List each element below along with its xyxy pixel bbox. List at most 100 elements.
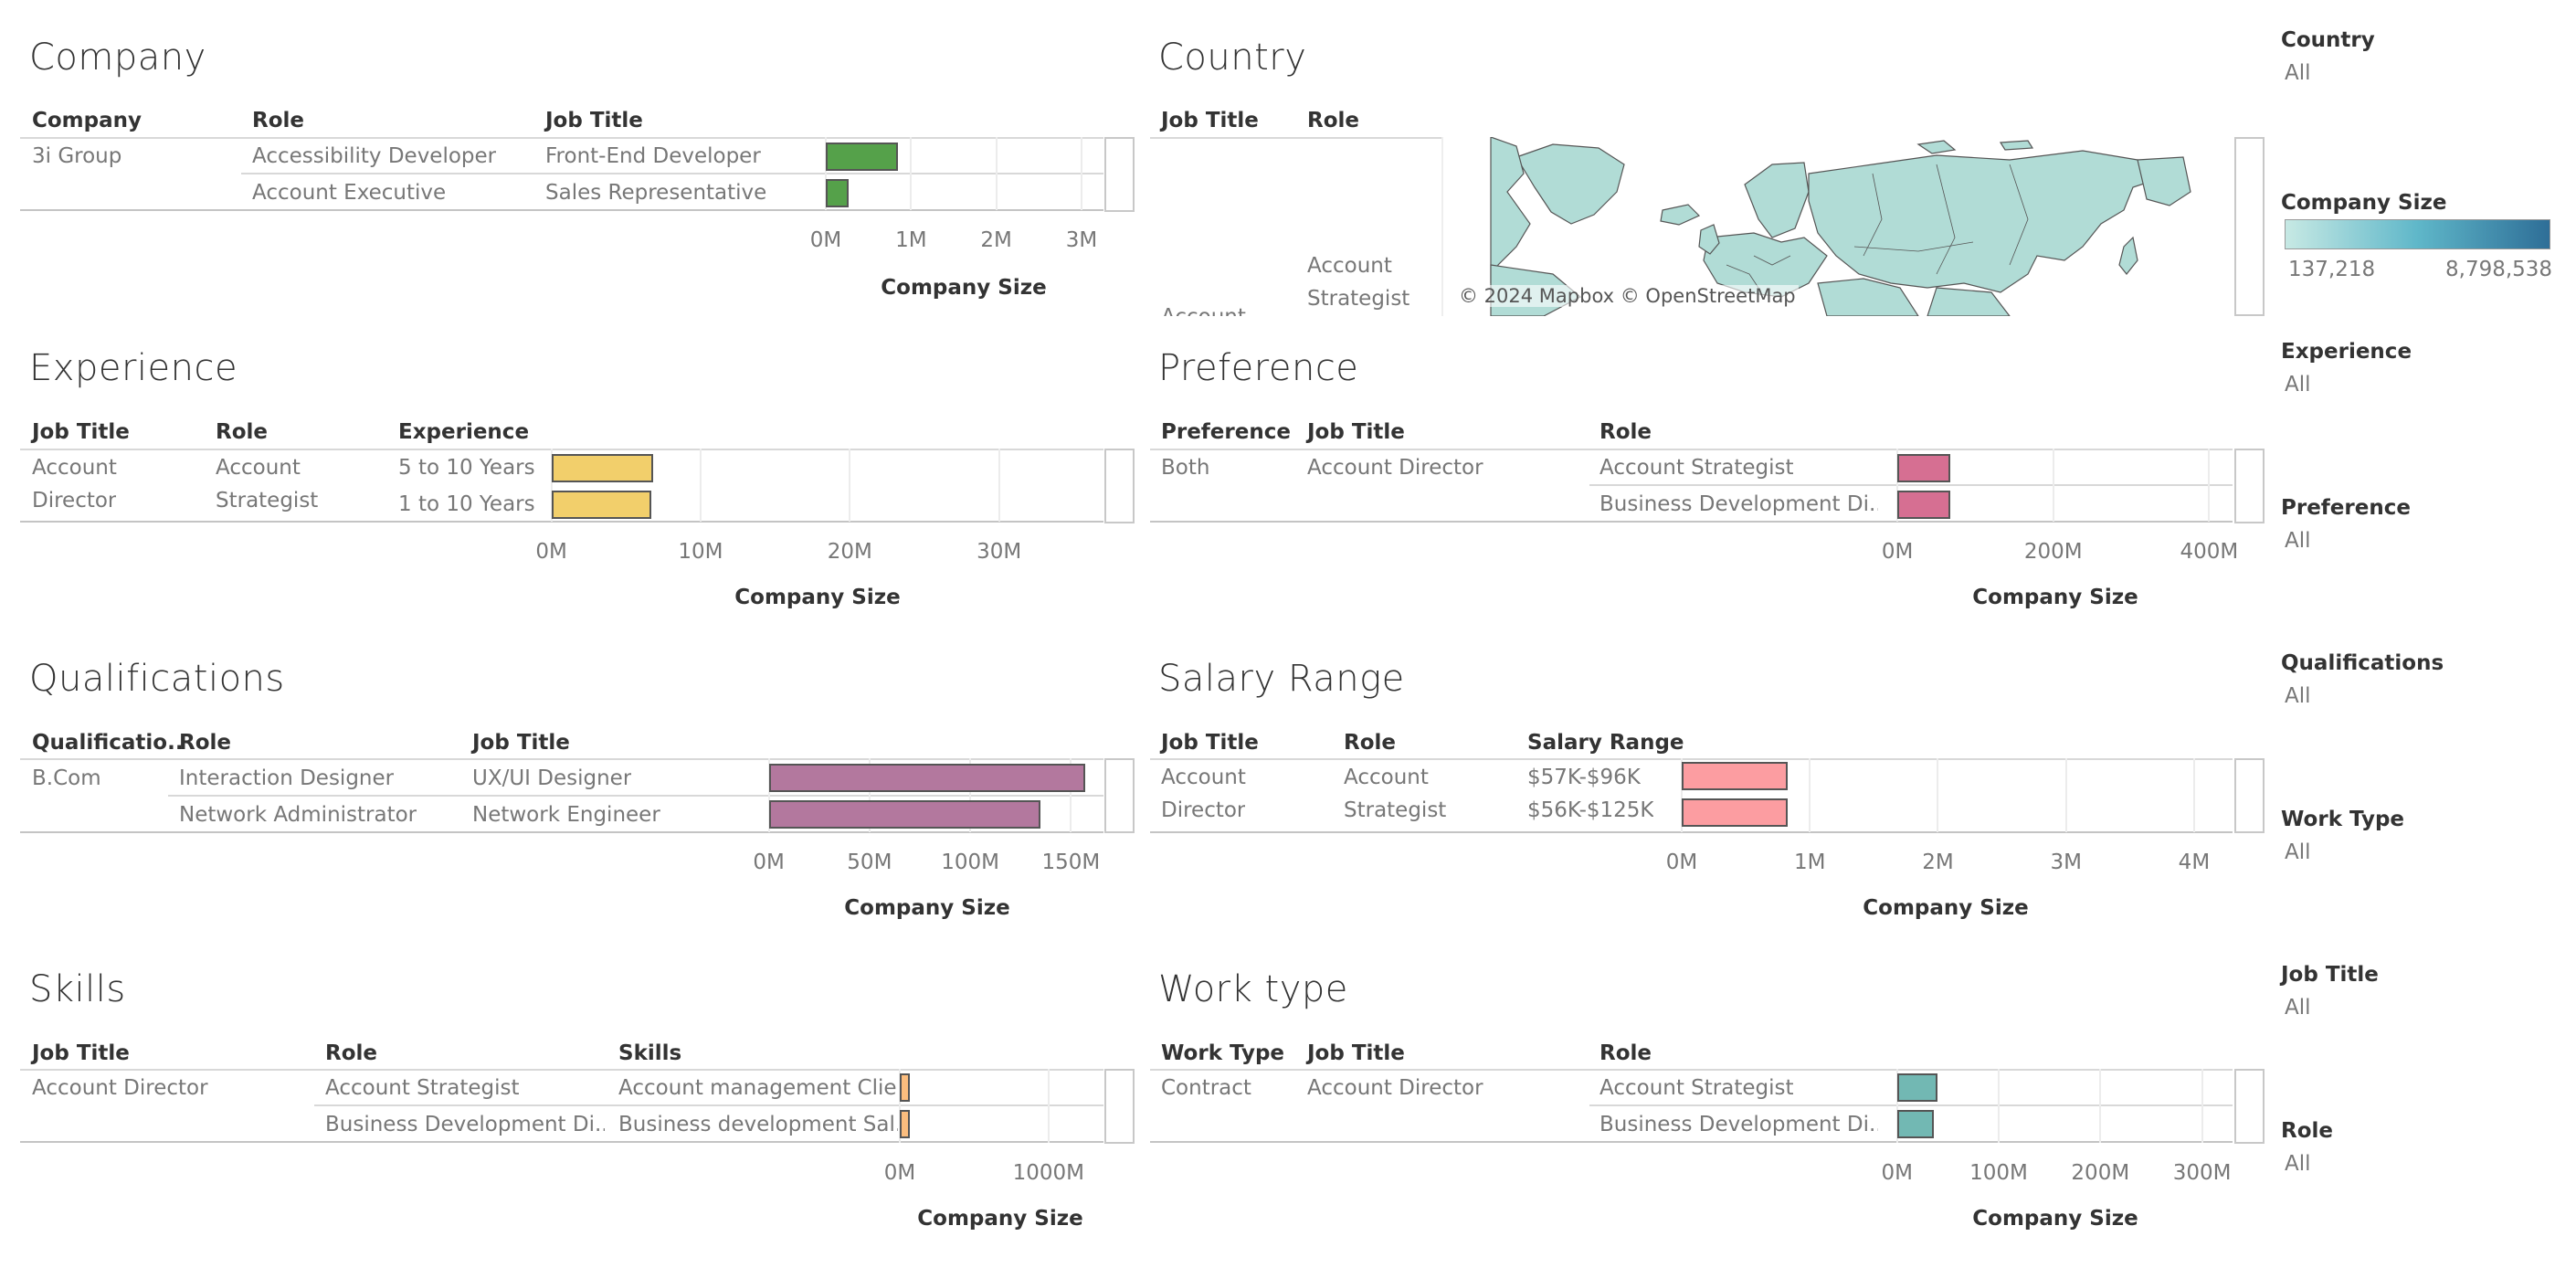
country-header-role[interactable]: Role xyxy=(1307,109,1359,132)
preference-role-cell: Account Strategist xyxy=(1599,456,1794,480)
filter-preference-value[interactable]: All xyxy=(2285,529,2311,553)
asia-region xyxy=(1808,150,2176,293)
skills-header-role[interactable]: Role xyxy=(325,1041,377,1065)
axis-tick-label: 4M xyxy=(2178,851,2211,874)
axis-tick-label: 100M xyxy=(941,851,999,874)
axis-tick-label: 1M xyxy=(895,228,927,252)
legend-min-label: 137,218 xyxy=(2288,258,2376,281)
company-cell: 3i Group xyxy=(32,144,122,168)
bar-mark[interactable] xyxy=(1682,798,1789,827)
bar-mark[interactable] xyxy=(768,800,1041,829)
salary-bottom-rule xyxy=(1150,831,2233,833)
worktype-job-cell: Account Director xyxy=(1307,1076,1483,1100)
company-header-job-title[interactable]: Job Title xyxy=(545,109,643,132)
salary-range-cell: $57K-$96K xyxy=(1527,766,1641,789)
japan-region xyxy=(2118,236,2138,275)
axis-tick-label: 30M xyxy=(977,540,1022,564)
bar-mark[interactable] xyxy=(551,454,653,482)
iceland-region xyxy=(1660,204,1701,226)
bar-mark[interactable] xyxy=(1897,454,1951,482)
bar-mark[interactable] xyxy=(900,1073,910,1102)
axis-tick-label: 0M xyxy=(883,1161,916,1185)
salary-header-role[interactable]: Role xyxy=(1344,731,1396,755)
bar-mark[interactable] xyxy=(826,143,899,171)
filter-job-title-label: Job Title xyxy=(2281,963,2379,987)
gridline xyxy=(1998,1069,2000,1143)
bar-mark[interactable] xyxy=(900,1110,910,1138)
axis-tick-label: 200M xyxy=(2023,540,2083,564)
qualifications-header-job-title[interactable]: Job Title xyxy=(472,731,570,755)
salary-header-rule xyxy=(1150,758,2233,760)
experience-role-cell: Account xyxy=(216,456,301,480)
salary-title: Salary Range xyxy=(1158,658,1405,700)
preference-bottom-rule xyxy=(1150,521,2233,523)
alaska-region xyxy=(2137,156,2191,206)
bar-mark[interactable] xyxy=(1896,1073,1938,1102)
bar-mark[interactable] xyxy=(826,179,850,207)
company-scrollbar[interactable] xyxy=(1104,137,1135,212)
salary-header-salary-range[interactable]: Salary Range xyxy=(1527,731,1684,755)
gridline xyxy=(995,137,998,210)
experience-scrollbar[interactable] xyxy=(1104,449,1135,523)
skills-cell: Account management Clie.. xyxy=(618,1076,898,1100)
filter-work-type-label: Work Type xyxy=(2281,808,2405,831)
preference-cell: Both xyxy=(1161,456,1210,480)
gridline xyxy=(2208,449,2211,522)
salary-header-job-title[interactable]: Job Title xyxy=(1161,731,1259,755)
qualifications-header-role[interactable]: Role xyxy=(179,731,231,755)
experience-title: Experience xyxy=(29,347,238,389)
worktype-header-rule xyxy=(1150,1069,2233,1071)
qualifications-job-cell: UX/UI Designer xyxy=(472,766,632,790)
qualifications-job-cell: Network Engineer xyxy=(472,803,660,827)
bar-mark[interactable] xyxy=(1897,491,1951,519)
filter-experience-value[interactable]: All xyxy=(2285,373,2311,396)
worktype-header-job-title[interactable]: Job Title xyxy=(1307,1041,1405,1065)
skills-header-rule xyxy=(20,1069,1103,1071)
skills-header-job-title[interactable]: Job Title xyxy=(32,1041,130,1065)
filter-job-title-value[interactable]: All xyxy=(2285,996,2311,1020)
experience-header-experience[interactable]: Experience xyxy=(398,420,529,444)
qualifications-bottom-rule xyxy=(20,831,1103,833)
bar-mark[interactable] xyxy=(1896,1110,1934,1138)
axis-tick-label: 0M xyxy=(753,851,785,874)
filter-qualifications-value[interactable]: All xyxy=(2285,684,2311,708)
axis-tick-label: 400M xyxy=(2180,540,2239,564)
country-header-job-title[interactable]: Job Title xyxy=(1161,109,1259,132)
preference-header-role[interactable]: Role xyxy=(1599,420,1652,444)
preference-job-cell: Account Director xyxy=(1307,456,1483,480)
country-role-cell: Strategist xyxy=(1307,287,1410,311)
bar-mark[interactable] xyxy=(768,764,1085,792)
qualifications-scrollbar[interactable] xyxy=(1104,758,1135,833)
experience-cell: 1 to 10 Years xyxy=(398,492,535,516)
worktype-header-work-type[interactable]: Work Type xyxy=(1161,1041,1284,1065)
worktype-scrollbar[interactable] xyxy=(2234,1069,2265,1144)
preference-header-job-title[interactable]: Job Title xyxy=(1307,420,1405,444)
country-job-cell: Account xyxy=(1161,305,1246,316)
filter-work-type-value[interactable]: All xyxy=(2285,840,2311,864)
country-map[interactable]: © 2024 Mapbox © OpenStreetMap xyxy=(1441,137,2233,316)
salary-scrollbar[interactable] xyxy=(2234,758,2265,833)
company-header-company[interactable]: Company xyxy=(32,109,142,132)
axis-tick-label: 3M xyxy=(1065,228,1098,252)
bar-mark[interactable] xyxy=(551,491,652,519)
worktype-header-role[interactable]: Role xyxy=(1599,1041,1652,1065)
skills-role-cell: Account Strategist xyxy=(325,1076,520,1100)
company-role-cell: Account Executive xyxy=(252,181,447,205)
filter-role-value[interactable]: All xyxy=(2285,1152,2311,1176)
country-scrollbar[interactable] xyxy=(2234,137,2265,316)
country-title: Country xyxy=(1158,37,1307,79)
skills-scrollbar[interactable] xyxy=(1104,1069,1135,1144)
company-header-role[interactable]: Role xyxy=(252,109,304,132)
gridline xyxy=(849,449,851,522)
preference-scrollbar[interactable] xyxy=(2234,449,2265,523)
skills-header-skills[interactable]: Skills xyxy=(618,1041,681,1065)
experience-header-job-title[interactable]: Job Title xyxy=(32,420,130,444)
filter-country-value[interactable]: All xyxy=(2285,61,2311,85)
experience-job-cell: Account xyxy=(32,456,117,480)
company-bottom-rule xyxy=(20,209,1103,211)
bar-mark[interactable] xyxy=(1682,762,1789,790)
qualifications-header-qualification[interactable]: Qualificatio.. xyxy=(32,731,184,755)
preference-header-preference[interactable]: Preference xyxy=(1161,420,1291,444)
experience-header-role[interactable]: Role xyxy=(216,420,268,444)
map-credit[interactable]: © 2024 Mapbox © OpenStreetMap xyxy=(1456,285,1799,307)
